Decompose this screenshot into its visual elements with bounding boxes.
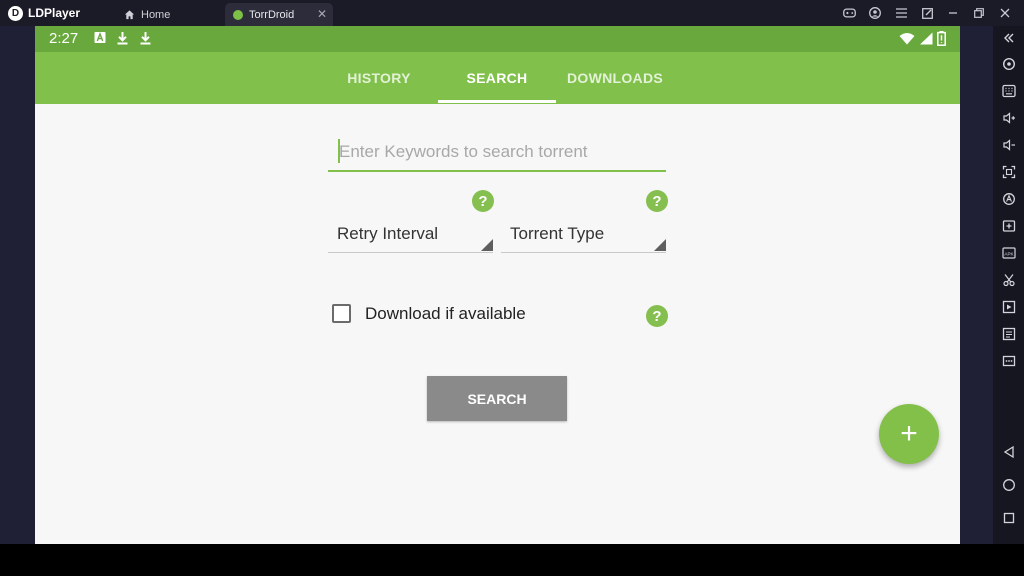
torrent-type-label: Torrent Type <box>510 224 605 243</box>
tab-torrdroid[interactable]: TorrDroid ✕ <box>225 3 333 26</box>
more-icon[interactable] <box>998 351 1020 371</box>
retry-interval-dropdown[interactable]: Retry Interval <box>328 216 493 253</box>
active-tab-indicator <box>438 100 556 103</box>
popout-icon[interactable] <box>916 2 938 24</box>
emulator-titlebar: D LDPlayer Home TorrDroid ✕ <box>0 0 1024 26</box>
add-fab-button[interactable]: + <box>879 404 939 464</box>
record-icon[interactable] <box>998 297 1020 317</box>
app-tab-bar: HISTORY SEARCH DOWNLOADS <box>35 52 960 104</box>
collapse-sidebar-icon[interactable] <box>998 28 1020 48</box>
keyboard-icon[interactable] <box>998 81 1020 101</box>
multi-instance-icon[interactable] <box>998 324 1020 344</box>
recents-icon[interactable] <box>998 508 1020 528</box>
keyword-search-input[interactable] <box>328 136 666 172</box>
fullscreen-icon[interactable] <box>998 162 1020 182</box>
emulator-bottom-bar <box>0 544 1024 576</box>
a-icon <box>94 32 106 43</box>
sync-icon[interactable] <box>998 189 1020 209</box>
status-system-icons <box>899 31 946 46</box>
status-notification-icons <box>94 31 152 45</box>
home-circle-icon[interactable] <box>998 475 1020 495</box>
restore-icon[interactable] <box>968 2 990 24</box>
torrent-type-help-icon[interactable]: ? <box>646 190 668 212</box>
close-icon[interactable] <box>994 2 1016 24</box>
tab-close-icon[interactable]: ✕ <box>317 7 327 21</box>
retry-interval-label: Retry Interval <box>337 224 439 243</box>
tab-torrdroid-label: TorrDroid <box>249 8 295 21</box>
emulator-left-frame <box>0 26 35 544</box>
apk-icon[interactable]: APK <box>998 243 1020 263</box>
dropdown-arrow-icon <box>481 239 493 251</box>
download-icon <box>117 32 128 45</box>
download-if-available-label: Download if available <box>365 304 526 323</box>
volume-up-icon[interactable] <box>998 108 1020 128</box>
signal-icon <box>920 32 933 45</box>
emulator-sidebar: APK <box>993 26 1024 544</box>
wifi-icon <box>899 33 915 45</box>
settings-icon[interactable] <box>998 54 1020 74</box>
app-icon <box>233 9 243 20</box>
account-icon[interactable] <box>864 2 886 24</box>
android-screen: 2:27 HISTORY SEARCH DOWNLOADS ? ? Retry … <box>35 26 960 544</box>
search-button[interactable]: SEARCH <box>427 376 567 421</box>
tab-home[interactable]: Home <box>112 3 222 26</box>
ldplayer-logo-icon: D <box>8 5 23 21</box>
volume-down-icon[interactable] <box>998 135 1020 155</box>
window-controls <box>838 0 1016 26</box>
torrent-type-dropdown[interactable]: Torrent Type <box>501 216 666 253</box>
download-if-available-checkbox[interactable] <box>332 304 351 323</box>
brand: D LDPlayer <box>8 4 80 22</box>
status-clock: 2:27 <box>49 30 79 47</box>
minimize-icon[interactable] <box>942 2 964 24</box>
brand-name: LDPlayer <box>28 6 81 20</box>
text-cursor <box>338 139 340 163</box>
scissors-icon[interactable] <box>998 270 1020 290</box>
back-icon[interactable] <box>998 442 1020 462</box>
emulator-right-frame <box>960 26 993 544</box>
tab-history[interactable]: HISTORY <box>320 52 438 104</box>
status-bar: 2:27 <box>35 26 960 52</box>
add-screen-icon[interactable] <box>998 216 1020 236</box>
home-icon <box>124 10 135 20</box>
download-help-icon[interactable]: ? <box>646 305 668 327</box>
download-icon <box>140 32 151 45</box>
retry-interval-help-icon[interactable]: ? <box>472 190 494 212</box>
dropdown-arrow-icon <box>654 239 666 251</box>
svg-text:APK: APK <box>1004 251 1014 256</box>
tab-home-label: Home <box>141 8 171 21</box>
tab-search[interactable]: SEARCH <box>438 52 556 104</box>
battery-icon <box>937 31 946 46</box>
menu-icon[interactable] <box>890 2 912 24</box>
gamepad-icon[interactable] <box>838 2 860 24</box>
tab-downloads[interactable]: DOWNLOADS <box>556 52 674 104</box>
